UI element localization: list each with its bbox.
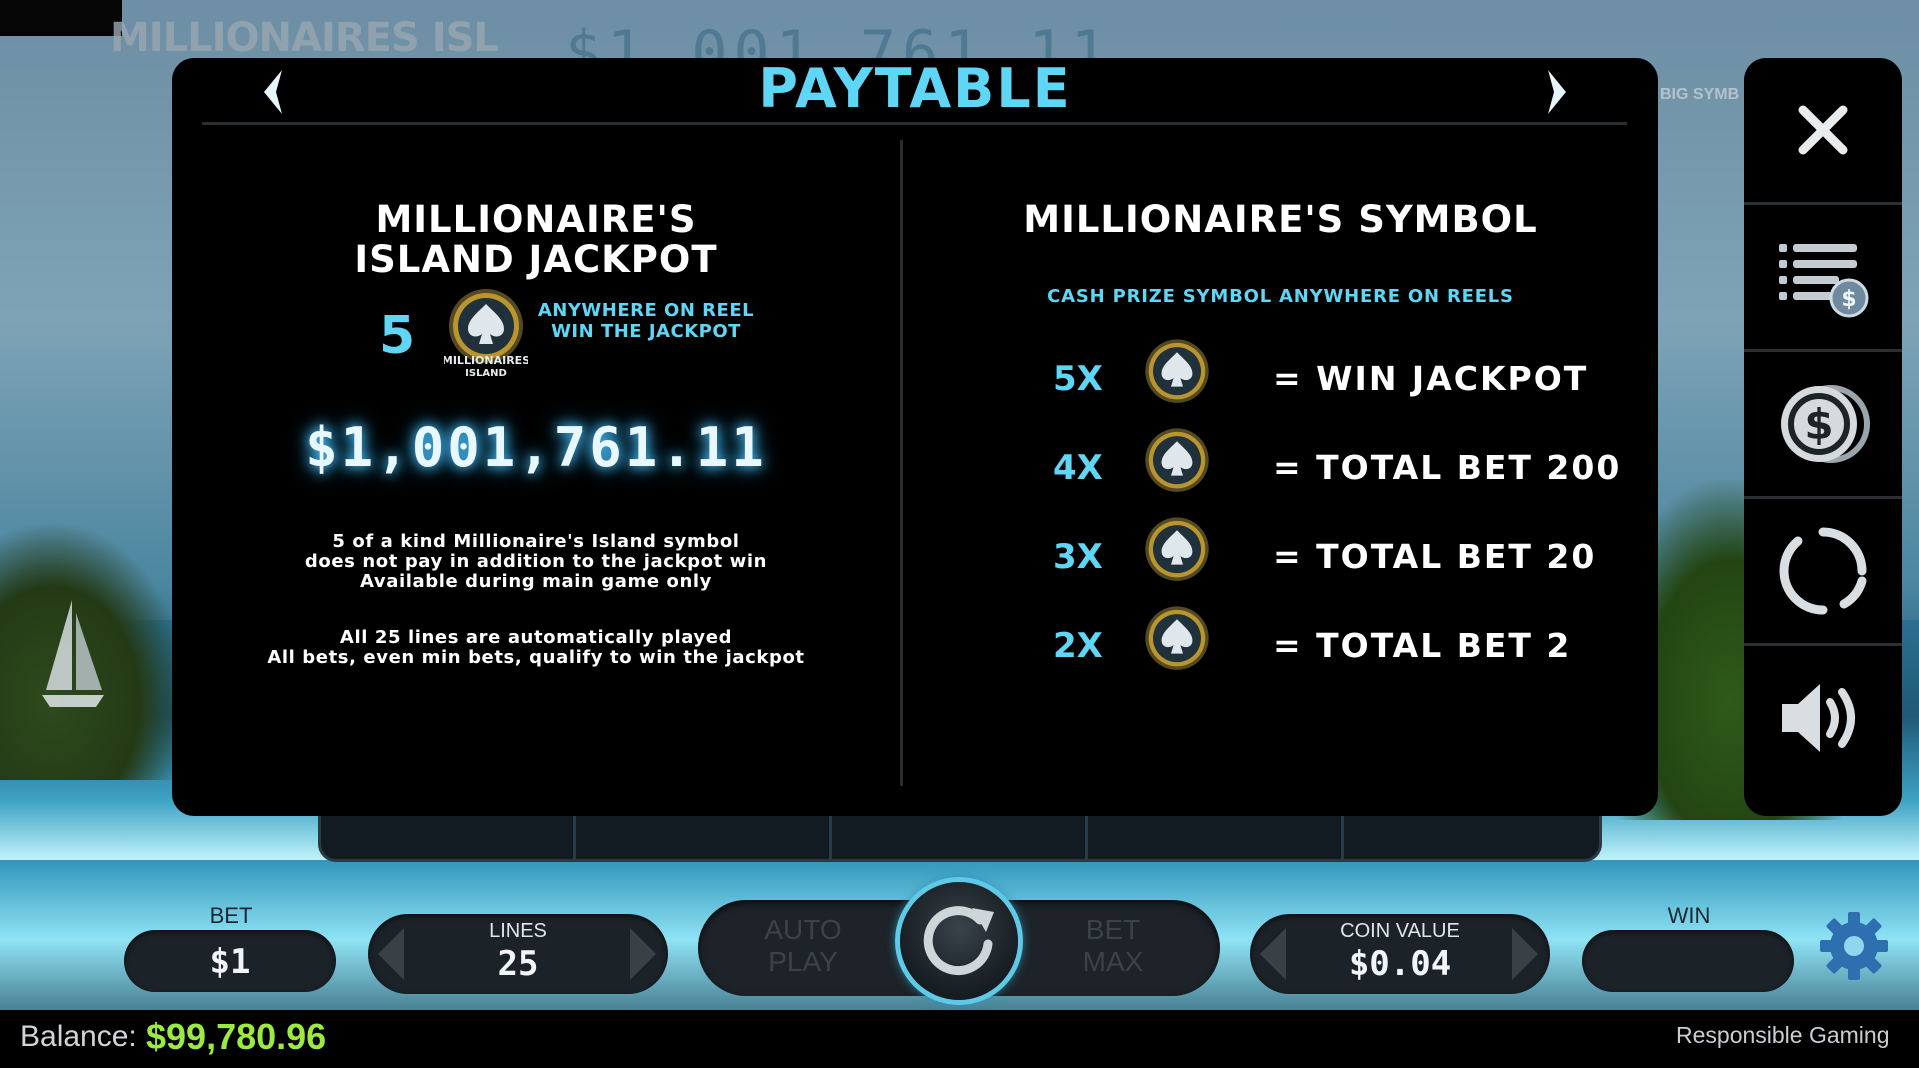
coin-value-label: COIN VALUE: [1340, 920, 1460, 942]
reel-separator: [573, 812, 576, 862]
sound-icon: [1782, 684, 1855, 752]
paytable-button[interactable]: $: [1744, 205, 1902, 349]
payout-multiplier: 3X: [1053, 537, 1103, 577]
coin-value-decrease-button[interactable]: [1260, 928, 1286, 980]
win-display: [1582, 930, 1794, 992]
next-page-arrow-icon[interactable]: [1540, 66, 1574, 118]
payout-row: 3X = TOTAL BET 20: [903, 515, 1658, 595]
history-icon: [1779, 527, 1867, 615]
paytable-icon: $: [1779, 244, 1869, 318]
close-button[interactable]: [1744, 58, 1902, 202]
reel-separator: [829, 812, 832, 862]
payout-prize: = TOTAL BET 20: [1273, 537, 1597, 576]
game-logo: MILLIONAIRES ISL: [110, 15, 499, 61]
paytable-title: PAYTABLE: [758, 57, 1072, 120]
payout-prize: = TOTAL BET 200: [1273, 448, 1622, 487]
spin-icon: [923, 906, 994, 976]
jackpot-heading: MILLIONAIRE'S ISLAND JACKPOT: [354, 198, 718, 281]
betmax-label-line: MAX: [1082, 946, 1144, 977]
sailboat-icon: [42, 600, 104, 707]
big-symbols-label: BIG SYMB: [1660, 86, 1740, 103]
bet-max-button[interactable]: BET MAX: [1068, 914, 1158, 978]
coin-value: $0.04: [1348, 944, 1452, 984]
millionaires-island-coin-icon: MILLIONAIRES ISLAND: [444, 289, 528, 379]
jackpot-info-block-2: All 25 lines are automatically played Al…: [172, 628, 900, 668]
betmax-label-line: BET: [1085, 914, 1141, 945]
history-button[interactable]: [1744, 499, 1902, 643]
millionaires-island-coin-icon: [1145, 606, 1209, 670]
symbol-subheading: CASH PRIZE SYMBOL ANYWHERE ON REELS: [1047, 286, 1514, 307]
win-label: WIN: [1667, 903, 1711, 928]
payout-multiplier: 5X: [1053, 359, 1103, 399]
balance-label: Balance:: [20, 1020, 137, 1053]
jackpot-info-line: Available during main game only: [360, 571, 712, 592]
settings-gear-icon[interactable]: [1818, 910, 1890, 982]
payout-row: 4X = TOTAL BET 200: [903, 426, 1658, 506]
bet-value: $1: [209, 942, 251, 982]
reel-strip: [318, 812, 1602, 862]
close-icon: [1798, 105, 1848, 155]
reel-separator: [1341, 812, 1344, 862]
jackpot-info-line: does not pay in addition to the jackpot …: [304, 551, 768, 572]
paytable-panel: PAYTABLE MILLIONAIRE'S ISLAND JACKPOT 5 …: [172, 58, 1658, 816]
responsible-gaming-link[interactable]: Responsible Gaming: [1676, 1022, 1890, 1049]
jackpot-info-block-1: 5 of a kind Millionaire's Island symbol …: [172, 532, 900, 592]
balance-value: $99,780.96: [146, 1016, 327, 1057]
coin-text-bottom: ISLAND: [465, 368, 507, 379]
cash-button[interactable]: $: [1744, 352, 1902, 496]
payout-prize: = TOTAL BET 2: [1273, 626, 1572, 665]
payout-row: 2X = TOTAL BET 2: [903, 604, 1658, 684]
coin-text-top: MILLIONAIRES: [444, 354, 528, 367]
svg-text:$: $: [1804, 400, 1833, 449]
millionaires-island-coin-icon: [1145, 517, 1209, 581]
lines-increase-button[interactable]: [630, 928, 656, 980]
payout-multiplier: 2X: [1053, 626, 1103, 666]
coin-value-selector: COIN VALUE $0.04: [1250, 914, 1550, 994]
cash-icon: $: [1781, 385, 1870, 463]
autoplay-label-line: PLAY: [768, 946, 838, 977]
millionaires-island-coin-icon: [1145, 428, 1209, 492]
autoplay-button[interactable]: AUTO PLAY: [758, 914, 848, 978]
lines-selector: LINES 25: [368, 914, 668, 994]
jackpot-info-line: All bets, even min bets, qualify to win …: [267, 647, 805, 668]
bet-label: BET: [209, 903, 253, 928]
payout-multiplier: 4X: [1053, 448, 1103, 488]
sound-button[interactable]: [1744, 646, 1902, 790]
autoplay-label-line: AUTO: [764, 914, 842, 945]
svg-text:$: $: [1841, 287, 1856, 312]
title-divider: [202, 122, 1627, 125]
jackpot-info-line: All 25 lines are automatically played: [339, 627, 733, 648]
millionaires-island-coin-icon: [1145, 339, 1209, 403]
jackpot-symbol-count: 5: [379, 306, 416, 366]
jackpot-amount: $1,001,761.11: [305, 416, 767, 479]
lines-value: 25: [497, 944, 539, 984]
coin-value-increase-button[interactable]: [1512, 928, 1538, 980]
menu-sidebar: $ $: [1744, 58, 1902, 816]
reel-separator: [1085, 812, 1088, 862]
previous-page-arrow-icon[interactable]: [256, 66, 290, 118]
lines-label: LINES: [489, 920, 547, 942]
jackpot-info-line: 5 of a kind Millionaire's Island symbol: [332, 531, 740, 552]
bet-display[interactable]: $1: [124, 930, 336, 992]
payout-row: 5X = WIN JACKPOT: [903, 337, 1658, 417]
top-left-bar: [0, 0, 122, 36]
spin-button[interactable]: [900, 882, 1018, 1000]
payout-prize: = WIN JACKPOT: [1273, 359, 1589, 398]
symbol-heading: MILLIONAIRE'S SYMBOL: [1023, 198, 1538, 241]
lines-decrease-button[interactable]: [378, 928, 404, 980]
jackpot-note: ANYWHERE ON REEL WIN THE JACKPOT: [537, 300, 755, 342]
